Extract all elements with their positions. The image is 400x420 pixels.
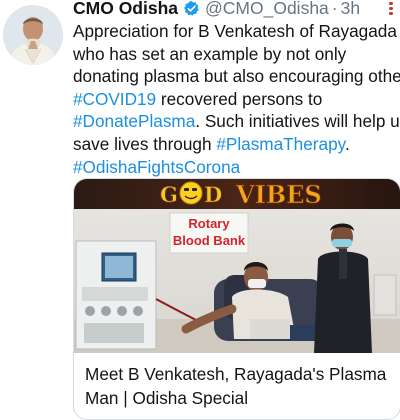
- tweet-text-segment: . Such initiatives will help us: [195, 111, 400, 132]
- hashtag-link[interactable]: #OdishaFightsCorona: [73, 157, 240, 177]
- hashtag-link[interactable]: #DonatePlasma: [73, 111, 195, 131]
- banner-vibes: VIBES: [235, 180, 322, 209]
- tweet-text-line: donating plasma but also encouraging oth…: [73, 65, 400, 88]
- tweet-text-segment: who has set an example by not only: [73, 43, 347, 64]
- verified-badge-icon: [183, 0, 200, 17]
- tweet-text-line: #COVID19 recovered persons to: [73, 88, 398, 111]
- hashtag-link[interactable]: #COVID19: [73, 89, 156, 109]
- blood-donation-photo: G D VIBES Rotary Blood Bank: [74, 179, 400, 353]
- tweet-text-line: #DonatePlasma. Such initiatives will hel…: [73, 110, 400, 133]
- card-title[interactable]: Meet B Venkatesh, Rayagada's Plasma Man …: [85, 363, 395, 410]
- smiley-icon: [179, 181, 203, 205]
- card-image: G D VIBES Rotary Blood Bank: [74, 179, 400, 353]
- hashtag-link[interactable]: #PlasmaTherapy: [216, 134, 345, 154]
- sign-text: Blood Bank: [173, 233, 246, 248]
- tweet-text-segment: .: [344, 133, 350, 154]
- tweet-header: CMO Odisha @CMO_Odisha · 3h: [73, 0, 393, 20]
- tweet-text-segment: Appreciation for B Venkatesh of Rayagada: [73, 21, 397, 41]
- tweet-text-line: who has set an example by not only: [73, 43, 398, 66]
- tweet-text-line: save lives through #PlasmaTherapy.: [73, 133, 398, 156]
- profile-photo: [3, 5, 63, 65]
- card-title-line: Man | Odisha Special: [85, 387, 249, 408]
- banner-letter: D: [204, 182, 222, 207]
- banner-letter: G: [160, 182, 178, 207]
- separator-dot: ·: [331, 0, 338, 18]
- card-title-line: Meet B Venkatesh, Rayagada's Plasma: [85, 364, 387, 384]
- tweet-text-segment: save lives through: [73, 133, 217, 154]
- author-name[interactable]: CMO Odisha: [73, 0, 178, 19]
- tweet-text-line: Appreciation for B Venkatesh of Rayagada: [73, 20, 398, 43]
- author-handle[interactable]: @CMO_Odisha: [205, 0, 329, 19]
- sign-text: Rotary: [188, 216, 230, 231]
- author-avatar[interactable]: [3, 5, 63, 65]
- link-preview-card[interactable]: G D VIBES Rotary Blood Bank Meet B Venka…: [73, 178, 400, 420]
- tweet[interactable]: CMO Odisha @CMO_Odisha · 3h Appreciation…: [0, 0, 400, 420]
- tweet-text: Appreciation for B Venkatesh of Rayagada…: [73, 20, 400, 179]
- tweet-text-line: #OdishaFightsCorona: [73, 156, 398, 179]
- more-options-icon[interactable]: [388, 0, 394, 18]
- tweet-text-segment: recovered persons to: [156, 88, 323, 109]
- tweet-text-segment: donating plasma but also encouraging oth…: [73, 66, 400, 87]
- tweet-timestamp[interactable]: 3h: [341, 0, 360, 19]
